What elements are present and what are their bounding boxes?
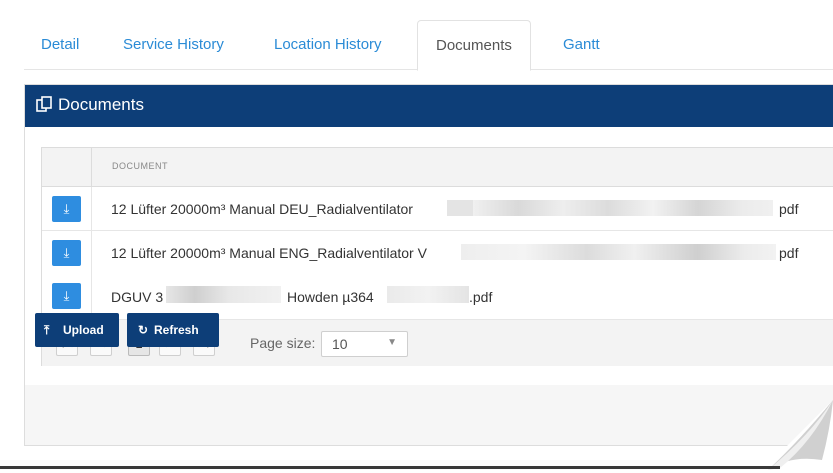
document-link[interactable]: 12 Lüfter 20000m³ Manual DEU_Radialventi…: [111, 201, 413, 217]
redacted-text: [387, 286, 469, 303]
copy-icon: [36, 96, 52, 117]
tab-location-history[interactable]: Location History: [274, 20, 382, 69]
tab-detail[interactable]: Detail: [41, 20, 79, 69]
download-icon: ⤓: [63, 288, 70, 303]
document-extension: pdf: [779, 201, 799, 217]
page-size-label: Page size:: [250, 335, 316, 351]
download-icon: ⤓: [63, 245, 70, 260]
document-extension: .pdf: [469, 289, 493, 305]
redacted-text: [166, 286, 281, 303]
download-button[interactable]: ⤓: [52, 196, 81, 222]
column-header-document[interactable]: DOCUMENT: [112, 161, 168, 171]
divider: [0, 466, 780, 469]
page-curl-icon: [760, 400, 833, 473]
chevron-down-icon: ▼: [387, 337, 397, 348]
table-row: ⤓ 12 Lüfter 20000m³ Manual ENG_Radialven…: [42, 231, 833, 275]
refresh-icon: ↻: [138, 323, 149, 337]
document-extension: pdf: [779, 245, 799, 261]
download-icon: ⤓: [63, 201, 70, 216]
download-button[interactable]: ⤓: [52, 283, 81, 309]
document-link[interactable]: DGUV 3: [111, 289, 163, 305]
document-link[interactable]: 12 Lüfter 20000m³ Manual ENG_Radialventi…: [111, 245, 427, 261]
table-row: ⤓ 12 Lüfter 20000m³ Manual DEU_Radialven…: [42, 187, 833, 231]
header-divider: [91, 148, 92, 186]
refresh-label: Refresh: [154, 323, 199, 337]
redacted-text: [473, 200, 773, 216]
upload-button[interactable]: ⤒ Upload: [35, 313, 119, 347]
page-size-select[interactable]: 10 ▼: [321, 331, 408, 357]
panel-title: Documents: [58, 95, 144, 114]
tab-documents[interactable]: Documents: [417, 20, 531, 71]
redacted-text: [461, 244, 776, 260]
tab-bar: Detail Service History Location History …: [24, 20, 833, 71]
redacted-text: [447, 200, 473, 216]
page-size-value: 10: [332, 336, 348, 352]
tab-service-history[interactable]: Service History: [123, 20, 224, 69]
document-link-part[interactable]: Howden µ364: [287, 289, 374, 305]
grid-header: DOCUMENT: [42, 148, 833, 187]
refresh-button[interactable]: ↻ Refresh: [127, 313, 219, 347]
row-divider: [91, 187, 92, 230]
documents-panel: Documents DOCUMENT ⤓ 12 Lüfter 20000m³ M…: [24, 84, 833, 446]
upload-label: Upload: [63, 323, 104, 337]
download-button[interactable]: ⤓: [52, 240, 81, 266]
upload-icon: ⤒: [44, 323, 50, 337]
panel-header: Documents: [25, 85, 833, 127]
row-divider: [91, 231, 92, 274]
tab-gantt[interactable]: Gantt: [563, 20, 600, 69]
